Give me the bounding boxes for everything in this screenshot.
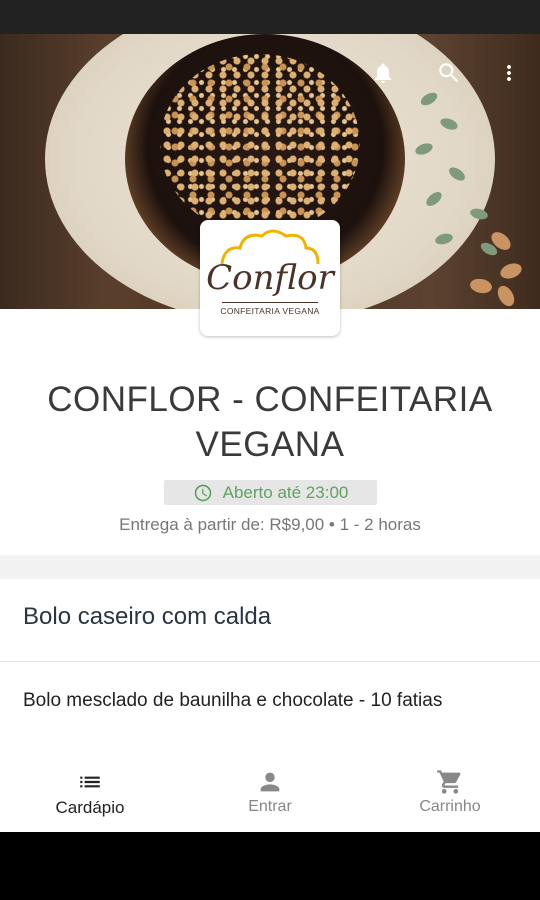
bell-icon[interactable]	[368, 58, 398, 88]
nav-entrar-label: Entrar	[248, 798, 292, 815]
clock-icon	[194, 484, 211, 501]
person-icon	[256, 768, 284, 796]
open-status-badge: Aberto até 23:00	[164, 480, 377, 505]
list-icon	[77, 768, 103, 796]
menu-section-title: Bolo caseiro com calda	[23, 603, 272, 630]
nav-cardapio-label: Cardápio	[55, 798, 125, 817]
logo-rule	[222, 302, 318, 303]
logo-tagline: CONFEITARIA VEGANA	[220, 306, 320, 316]
nav-carrinho[interactable]: Carrinho	[360, 762, 540, 832]
section-divider	[0, 555, 540, 579]
open-status-text: Aberto até 23:00	[222, 482, 349, 502]
cart-icon	[436, 768, 464, 796]
nav-cardapio[interactable]: Cardápio	[0, 762, 180, 832]
nav-carrinho-label: Carrinho	[419, 798, 481, 815]
hero-leaves	[410, 74, 524, 309]
delivery-info: Entrega à partir de: R$9,00 • 1 - 2 hora…	[119, 515, 421, 534]
store-logo: Conflor CONFEITARIA VEGANA	[200, 220, 340, 336]
section-rule	[0, 661, 540, 662]
bottom-nav: Cardápio Entrar Carrinho	[0, 762, 540, 832]
system-nav-area	[0, 832, 540, 900]
menu-item[interactable]: Bolo mesclado de baunilha e chocolate - …	[23, 687, 513, 714]
store-content: CONFLOR - CONFEITARIA VEGANA Aberto até …	[0, 309, 540, 762]
more-vert-icon[interactable]	[494, 58, 524, 88]
hero-nuts	[160, 54, 360, 234]
store-name: CONFLOR - CONFEITARIA VEGANA	[47, 380, 493, 464]
search-icon[interactable]	[434, 58, 464, 88]
logo-wordmark: Conflor	[206, 258, 334, 298]
status-bar	[0, 0, 540, 34]
nav-entrar[interactable]: Entrar	[180, 762, 360, 832]
